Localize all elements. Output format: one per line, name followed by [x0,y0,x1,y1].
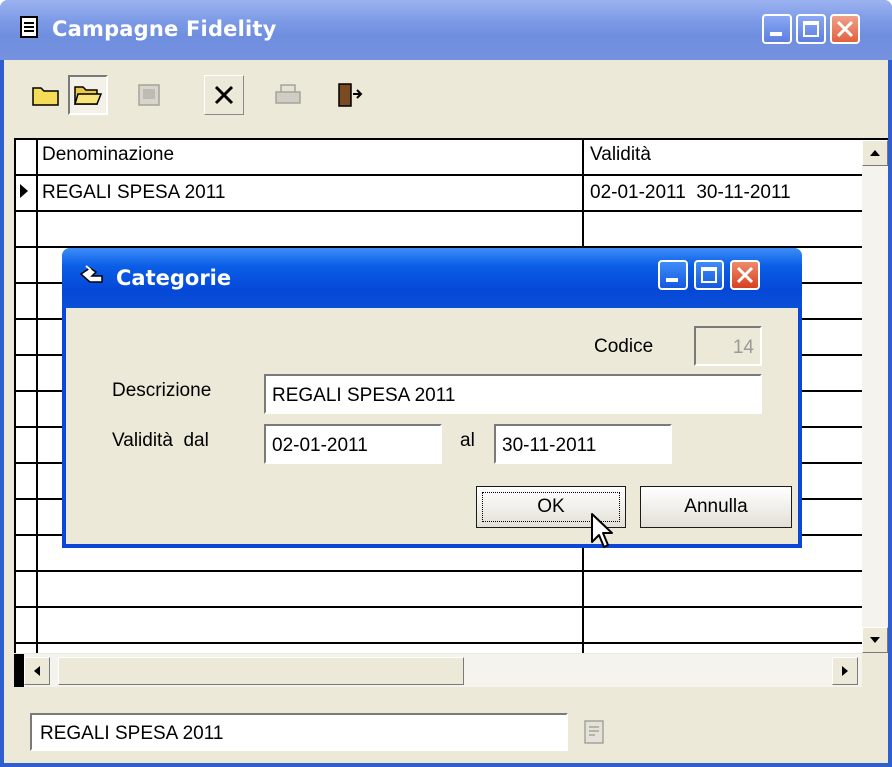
descrizione-label: Descrizione [112,380,212,401]
close-icon [736,266,754,284]
dialog-title: Categorie [116,266,232,290]
minimize-icon [770,32,782,36]
scroll-left-button[interactable] [24,657,50,685]
codice-label: Codice [594,336,654,357]
scroll-thumb[interactable] [58,657,464,685]
indicator-column-divider [36,140,38,653]
vertical-scrollbar[interactable] [862,138,888,653]
dialog-maximize-button[interactable] [694,260,724,290]
column-header-denominazione[interactable]: Denominazione [42,144,174,166]
edit-button[interactable] [130,75,170,115]
categorie-dialog: Categorie Codice 14 Descrizione REGALI S… [62,248,802,548]
cell-validita[interactable]: 02-01-2011 30-11-2011 [590,182,791,204]
scroll-up-button[interactable] [862,140,888,166]
maximize-icon [701,267,717,283]
validita-al-field[interactable]: 30-11-2011 [494,424,672,464]
arrow-left-icon [34,666,40,676]
arrow-up-icon [870,150,880,156]
status-field[interactable]: REGALI SPESA 2011 [30,713,568,751]
close-button[interactable] [830,14,860,44]
al-label: al [460,430,475,451]
notepad-icon [20,16,38,38]
toolbar [4,60,888,133]
scrollbar-corner [14,654,24,687]
codice-field: 14 [694,326,762,366]
print-button[interactable] [268,75,308,115]
dialog-app-icon [79,265,103,283]
minimize-button[interactable] [762,14,792,44]
cell-denominazione[interactable]: REGALI SPESA 2011 [42,182,225,204]
open-folder-icon [73,86,103,105]
new-button[interactable] [26,75,66,115]
dialog-close-button[interactable] [730,260,760,290]
dialog-titlebar[interactable]: Categorie [62,248,802,308]
scroll-right-button[interactable] [832,657,858,685]
properties-icon [584,720,604,744]
scroll-down-button[interactable] [862,627,888,653]
arrow-down-icon [870,637,880,643]
delete-button[interactable] [204,75,244,115]
print-icon [275,84,301,104]
descrizione-field[interactable]: REGALI SPESA 2011 [264,374,762,414]
mouse-cursor-icon [591,513,613,548]
window-title: Campagne Fidelity [52,17,277,41]
exit-button[interactable] [330,75,370,115]
arrow-right-icon [842,666,848,676]
dialog-minimize-button[interactable] [658,260,688,290]
minimize-icon [666,278,678,282]
horizontal-scrollbar[interactable] [24,654,862,687]
validita-dal-field[interactable]: 02-01-2011 [264,424,442,464]
delete-icon [214,85,234,105]
main-titlebar[interactable]: Campagne Fidelity [0,0,892,60]
properties-button[interactable] [574,713,614,751]
close-icon [836,20,854,38]
cancel-label: Annulla [684,496,748,517]
open-button[interactable] [68,75,108,115]
column-header-validita[interactable]: Validità [590,144,651,166]
maximize-button[interactable] [796,14,826,44]
maximize-icon [803,21,819,37]
new-folder-icon [32,87,59,106]
exit-icon [338,83,363,107]
cancel-button[interactable]: Annulla [640,486,792,528]
validita-dal-label: Validità dal [112,430,209,451]
edit-icon [138,84,160,106]
row-indicator-icon [20,184,28,198]
